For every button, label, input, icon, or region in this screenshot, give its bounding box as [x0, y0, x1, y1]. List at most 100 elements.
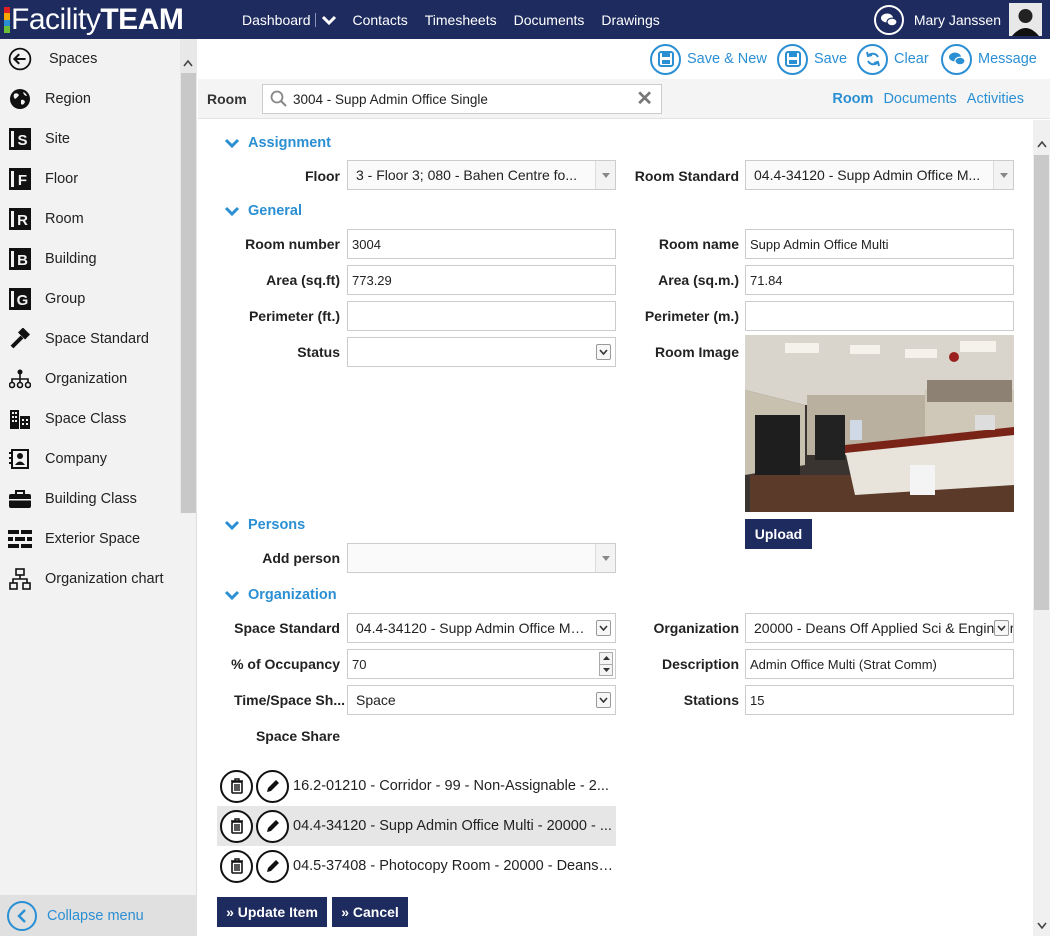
organization-select[interactable]: 20000 - Deans Off Applied Sci & Engineer… [745, 613, 1014, 643]
space-share-row-selected[interactable]: 04.4-34120 - Supp Admin Office Multi - 2… [217, 806, 616, 846]
occupancy-stepper[interactable]: 70 [347, 649, 616, 679]
stations-field[interactable]: 15 [745, 685, 1014, 715]
sidebar-scrollbar[interactable] [180, 39, 197, 513]
message-button[interactable]: Message [941, 43, 1037, 75]
room-name-field[interactable]: Supp Admin Office Multi [745, 229, 1014, 259]
chat-icon[interactable] [873, 4, 904, 35]
nav-drawings[interactable]: Drawings [601, 12, 659, 28]
sidebar-item-label: Space Standard [45, 331, 149, 347]
section-assignment-toggle[interactable]: Assignment [224, 135, 331, 151]
svg-text:G: G [17, 292, 29, 309]
chat-icon [941, 43, 972, 75]
update-item-button[interactable]: » Update Item [217, 897, 327, 927]
section-organization-toggle[interactable]: Organization [224, 587, 337, 603]
section-general-toggle[interactable]: General [224, 203, 302, 219]
sidebar-item-region[interactable]: Region [0, 79, 180, 119]
sidebar-item-building-class[interactable]: Building Class [0, 479, 180, 519]
tab-room[interactable]: Room [832, 91, 873, 107]
time-space-share-select[interactable]: Space [347, 685, 616, 715]
room-standard-value: 04.4-34120 - Supp Admin Office M... [754, 167, 981, 183]
sidebar-item-exterior-space[interactable]: Exterior Space [0, 519, 180, 559]
pencil-icon[interactable] [256, 809, 289, 843]
sidebar-item-organization-chart[interactable]: Organization chart [0, 559, 180, 599]
building-icon: B [8, 247, 32, 271]
sidebar-item-organization[interactable]: Organization [0, 359, 180, 399]
perimeter-m-field[interactable] [745, 301, 1014, 331]
floor-select[interactable]: 3 - Floor 3; 080 - Bahen Centre fo... [347, 160, 616, 190]
user-menu[interactable]: Mary Janssen [873, 0, 1042, 39]
avatar[interactable] [1009, 3, 1042, 36]
caret-up-icon[interactable] [600, 653, 612, 665]
caret-down-icon [595, 161, 615, 189]
spin-buttons[interactable] [599, 652, 613, 676]
chevron-down-icon [224, 520, 240, 531]
sidebar-item-space-class[interactable]: Space Class [0, 399, 180, 439]
room-search-input[interactable]: 3004 - Supp Admin Office Single ✕ [262, 84, 662, 114]
area-sqft-field[interactable]: 773.29 [347, 265, 616, 295]
message-label: Message [978, 51, 1037, 67]
room-number-field[interactable]: 3004 [347, 229, 616, 259]
trash-icon[interactable] [220, 849, 253, 883]
sidebar-item-label: Region [45, 91, 91, 107]
room-standard-label: Room Standard [634, 168, 739, 184]
nav-documents[interactable]: Documents [514, 12, 585, 28]
tab-activities[interactable]: Activities [967, 91, 1024, 107]
chevron-down-icon[interactable] [321, 15, 336, 25]
sidebar-item-building[interactable]: B Building [0, 239, 180, 279]
nav-timesheets[interactable]: Timesheets [425, 12, 497, 28]
status-label: Status [297, 344, 340, 360]
cancel-button[interactable]: » Cancel [332, 897, 408, 927]
sidebar-scroll-thumb[interactable] [181, 73, 196, 513]
caret-down-icon[interactable] [600, 665, 612, 676]
collapse-menu-button[interactable]: Collapse menu [0, 895, 197, 936]
org-tree-icon [8, 367, 32, 391]
scroll-down-icon[interactable] [1037, 922, 1047, 933]
sidebar-item-group[interactable]: G Group [0, 279, 180, 319]
sidebar-item-site[interactable]: S Site [0, 119, 180, 159]
room-form: Assignment Floor 3 - Floor 3; 080 - Bahe… [198, 120, 1050, 936]
site-icon: S [8, 127, 32, 151]
save-button[interactable]: Save [777, 43, 847, 75]
sidebar-item-company[interactable]: Company [0, 439, 180, 479]
perimeter-ft-field[interactable] [347, 301, 616, 331]
sidebar-item-label: Organization chart [45, 571, 164, 587]
action-toolbar: Save & New Save Clear Message [198, 39, 1050, 79]
nav-contacts[interactable]: Contacts [353, 12, 408, 28]
clear-button[interactable]: Clear [857, 43, 929, 75]
area-sqm-field[interactable]: 71.84 [745, 265, 1014, 295]
sidebar-item-space-standard[interactable]: Space Standard [0, 319, 180, 359]
clear-search-icon[interactable]: ✕ [636, 89, 653, 109]
section-persons-toggle[interactable]: Persons [224, 517, 305, 533]
add-person-select[interactable] [347, 543, 616, 573]
sidebar-item-room[interactable]: R Room [0, 199, 180, 239]
room-name-value: Supp Admin Office Multi [750, 236, 889, 252]
tab-documents[interactable]: Documents [883, 91, 956, 107]
stations-label: Stations [683, 692, 739, 708]
save-new-button[interactable]: Save & New [650, 43, 767, 75]
trash-icon[interactable] [220, 809, 253, 843]
facilityteam-logo[interactable]: FacilityTEAM [4, 0, 184, 39]
main-scroll-thumb[interactable] [1034, 155, 1049, 610]
clear-label: Clear [894, 51, 929, 67]
sitemap-icon [8, 567, 32, 591]
sidebar-back-spaces[interactable]: Spaces [0, 39, 180, 79]
sidebar-item-floor[interactable]: F Floor [0, 159, 180, 199]
section-assignment-title: Assignment [248, 135, 331, 151]
space-standard-select[interactable]: 04.4-34120 - Supp Admin Office Multi [347, 613, 616, 643]
pencil-icon[interactable] [256, 849, 289, 883]
description-field[interactable]: Admin Office Multi (Strat Comm) [745, 649, 1014, 679]
upload-button[interactable]: Upload [745, 519, 812, 549]
floor-icon: F [8, 167, 32, 191]
save-new-label: Save & New [687, 51, 767, 67]
main-scrollbar[interactable] [1033, 120, 1050, 936]
back-arrow-icon[interactable] [8, 47, 32, 71]
space-share-row[interactable]: 04.5-37408 - Photocopy Room - 20000 - De… [217, 846, 616, 886]
room-standard-select[interactable]: 04.4-34120 - Supp Admin Office M... [745, 160, 1014, 190]
space-share-row[interactable]: 16.2-01210 - Corridor - 99 - Non-Assigna… [217, 766, 616, 806]
scroll-up-icon[interactable] [183, 59, 193, 70]
nav-dashboard[interactable]: Dashboard [242, 12, 336, 28]
pencil-icon[interactable] [256, 769, 289, 803]
status-select[interactable] [347, 337, 616, 367]
trash-icon[interactable] [220, 769, 253, 803]
scroll-up-icon[interactable] [1037, 140, 1047, 151]
